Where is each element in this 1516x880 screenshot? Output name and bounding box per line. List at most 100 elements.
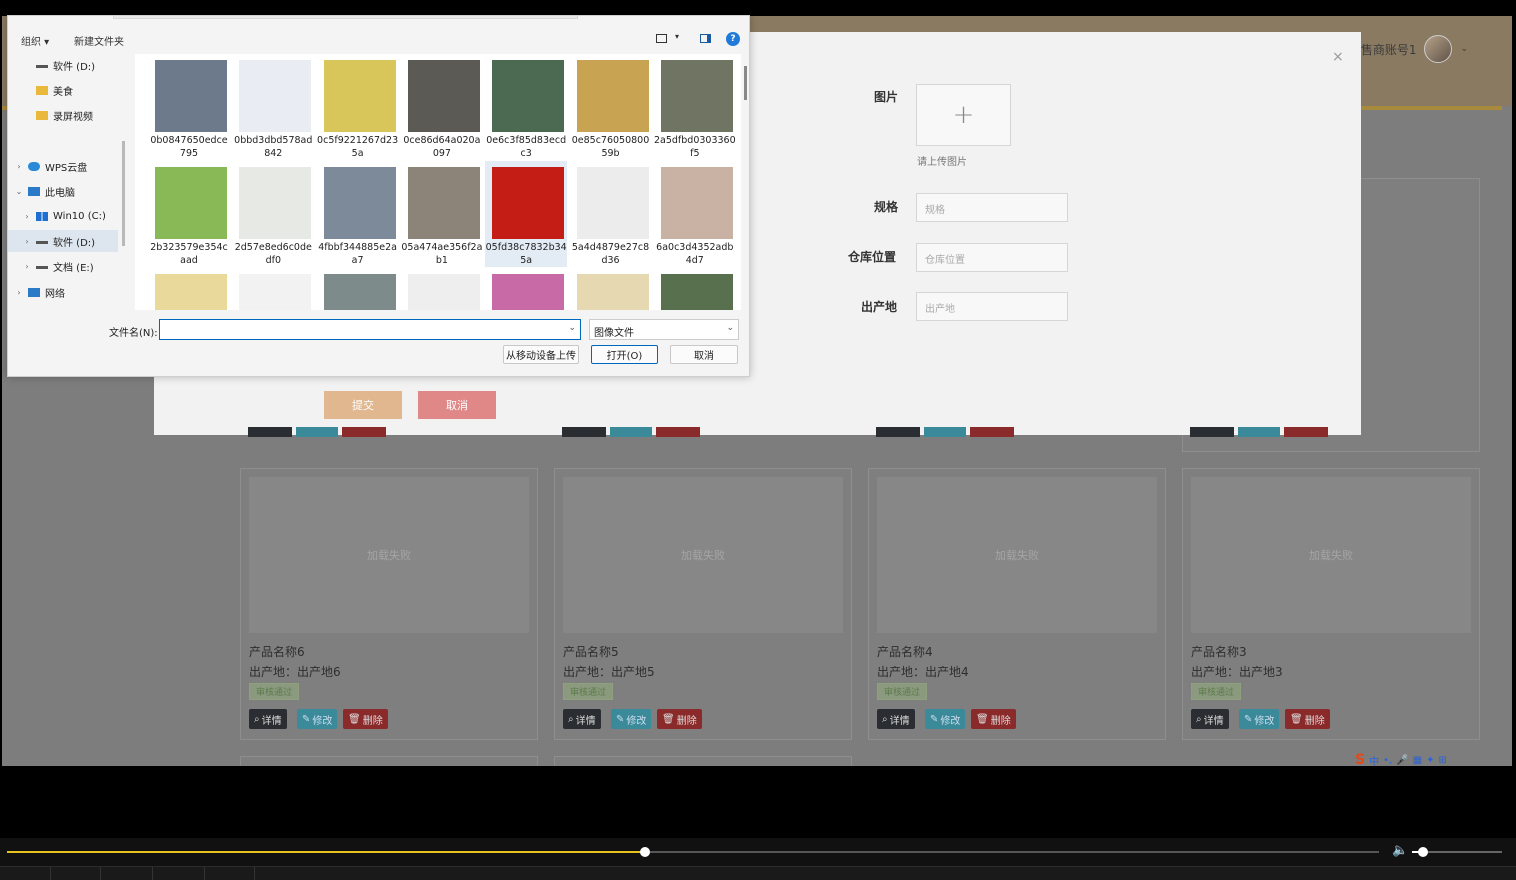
spec-input[interactable]: 规格 <box>916 193 1068 222</box>
chevron-down-icon[interactable]: ▾ <box>675 32 679 41</box>
nav-item[interactable]: 软件 (D:) <box>8 54 118 76</box>
win-icon <box>36 211 48 221</box>
edit-button[interactable]: ✎ 修改 <box>1239 709 1280 729</box>
file-item[interactable] <box>485 268 567 310</box>
status-badge: 审核通过 <box>1191 683 1242 700</box>
progress-bar[interactable] <box>7 847 1379 857</box>
origin-input[interactable]: 出产地 <box>916 292 1068 321</box>
filetype-select[interactable]: 图像文件 ⌄ <box>589 319 739 340</box>
file-item[interactable]: 0c5f9221267d235a <box>317 54 399 160</box>
file-thumbnail <box>323 60 396 132</box>
edit-button[interactable]: ✎ 修改 <box>297 709 338 729</box>
detail-button[interactable]: ⌕ 详情 <box>563 709 601 729</box>
file-item[interactable]: 0e85c7605080059b <box>570 54 652 160</box>
product-name: 产品名称3 <box>1191 645 1247 659</box>
nav-item[interactable]: ⌄ 此电脑 <box>8 180 118 202</box>
chevron-icon[interactable]: › <box>14 162 24 171</box>
delete-label: 删除 <box>362 715 383 727</box>
product-name: 产品名称5 <box>563 645 619 659</box>
file-item[interactable]: 05a474ae356f2ab1 <box>401 161 483 267</box>
nav-item[interactable]: 录屏视频 <box>8 104 118 126</box>
view-icon[interactable] <box>656 34 667 43</box>
volume-slider[interactable] <box>1412 847 1502 857</box>
file-item[interactable] <box>232 268 314 310</box>
file-item[interactable]: 2d57e8ed6c0dedf0 <box>232 161 314 267</box>
sogou-icon: S <box>1355 752 1366 768</box>
network-icon <box>28 287 40 297</box>
filename-label: 文件名(N): <box>109 328 158 339</box>
delete-button[interactable]: 🗑 删除 <box>971 709 1016 729</box>
delete-button[interactable]: 🗑 删除 <box>343 709 388 729</box>
nav-item[interactable]: › 文档 (E:) <box>8 255 118 277</box>
chevron-icon[interactable]: › <box>14 288 24 297</box>
preview-pane-icon[interactable] <box>700 34 711 43</box>
upload-from-mobile-button[interactable]: 从移动设备上传 <box>503 345 579 364</box>
detail-button[interactable]: ⌕ 详情 <box>1191 709 1229 729</box>
file-item[interactable]: 6a0c3d4352adb4d7 <box>654 161 736 267</box>
chevron-icon[interactable]: › <box>22 212 32 221</box>
origin-label: 出产地 <box>861 300 898 314</box>
file-item[interactable] <box>401 268 483 310</box>
file-item[interactable]: 05fd38c7832b345a <box>485 161 568 267</box>
delete-button <box>342 427 386 437</box>
detail-button[interactable]: ⌕ 详情 <box>249 709 287 729</box>
filename-input[interactable]: ⌄ <box>159 319 581 340</box>
file-item[interactable]: 0bbd3dbd578ad842 <box>232 54 314 160</box>
file-item[interactable]: 0b0847650edce795 <box>148 54 230 160</box>
chevron-down-icon[interactable]: ⌄ <box>568 323 576 333</box>
nav-scrollbar[interactable] <box>122 141 125 246</box>
pc-icon <box>28 186 40 196</box>
volume-handle[interactable] <box>1418 847 1428 857</box>
edit-button[interactable]: ✎ 修改 <box>925 709 966 729</box>
organize-menu[interactable]: 组织 ▾ <box>21 33 49 48</box>
ime-toolbar[interactable]: S 中 •, 🎤 ▦ ✦ ⊞ <box>1355 752 1447 768</box>
nav-item[interactable]: › 软件 (D:) <box>8 230 118 252</box>
cancel-button[interactable]: 取消 <box>670 345 738 364</box>
file-name: 5a4d4879e27c8d36 <box>571 242 650 266</box>
nav-item[interactable]: 美食 <box>8 79 118 101</box>
product-name: 产品名称6 <box>249 645 305 659</box>
nav-item-label: 录屏视频 <box>53 111 93 123</box>
detail-button[interactable]: ⌕ 详情 <box>877 709 915 729</box>
file-item[interactable] <box>317 268 399 310</box>
file-item[interactable]: 2a5dfbd0303360f5 <box>654 54 736 160</box>
location-input[interactable]: 仓库位置 <box>916 243 1068 272</box>
file-item[interactable]: 4fbbf344885e2aa7 <box>317 161 399 267</box>
file-item[interactable] <box>654 268 736 310</box>
chevron-icon[interactable]: › <box>22 237 32 246</box>
player-controls <box>0 866 1516 880</box>
search-icon: ⌕ <box>1196 713 1202 725</box>
file-item[interactable] <box>570 268 652 310</box>
user-menu[interactable]: 零售商账号1 ⌄ <box>1349 34 1468 64</box>
chevron-icon[interactable]: ⌄ <box>14 187 24 196</box>
nav-item[interactable]: › Win10 (C:) <box>8 205 118 227</box>
file-item[interactable]: 2b323579e354caad <box>148 161 230 267</box>
help-icon[interactable]: ? <box>726 32 740 46</box>
nav-item[interactable]: › 网络 <box>8 281 118 303</box>
skin-icon: ✦ <box>1426 754 1435 766</box>
chevron-icon[interactable]: › <box>22 262 32 271</box>
nav-item[interactable]: › WPS云盘 <box>8 155 118 177</box>
ime-mode: 中 <box>1369 756 1380 768</box>
file-item[interactable]: 0ce86d64a020a097 <box>401 54 483 160</box>
new-folder-button[interactable]: 新建文件夹 <box>74 33 124 48</box>
edit-button[interactable]: ✎ 修改 <box>611 709 652 729</box>
location-label: 仓库位置 <box>848 250 897 264</box>
submit-button[interactable]: 提交 <box>324 391 402 419</box>
file-grid-scrollbar[interactable] <box>744 66 747 100</box>
progress-handle[interactable] <box>640 847 650 857</box>
file-item[interactable]: 5a4d4879e27c8d36 <box>570 161 652 267</box>
trash-icon: 🗑 <box>348 713 361 725</box>
open-button[interactable]: 打开(O) <box>591 345 658 364</box>
file-thumbnail <box>576 167 649 239</box>
delete-button[interactable]: 🗑 删除 <box>1285 709 1330 729</box>
delete-button[interactable]: 🗑 删除 <box>657 709 702 729</box>
file-name: 2b323579e354caad <box>150 242 228 266</box>
file-item[interactable] <box>148 268 230 310</box>
close-icon[interactable]: × <box>1332 49 1344 65</box>
file-item[interactable]: 0e6c3f85d83ecdc3 <box>485 54 567 160</box>
volume-icon[interactable]: 🔈 <box>1392 843 1408 858</box>
image-upload-button[interactable]: + <box>916 84 1011 146</box>
cancel-button[interactable]: 取消 <box>418 391 496 419</box>
nav-item-label: 此电脑 <box>45 187 75 199</box>
